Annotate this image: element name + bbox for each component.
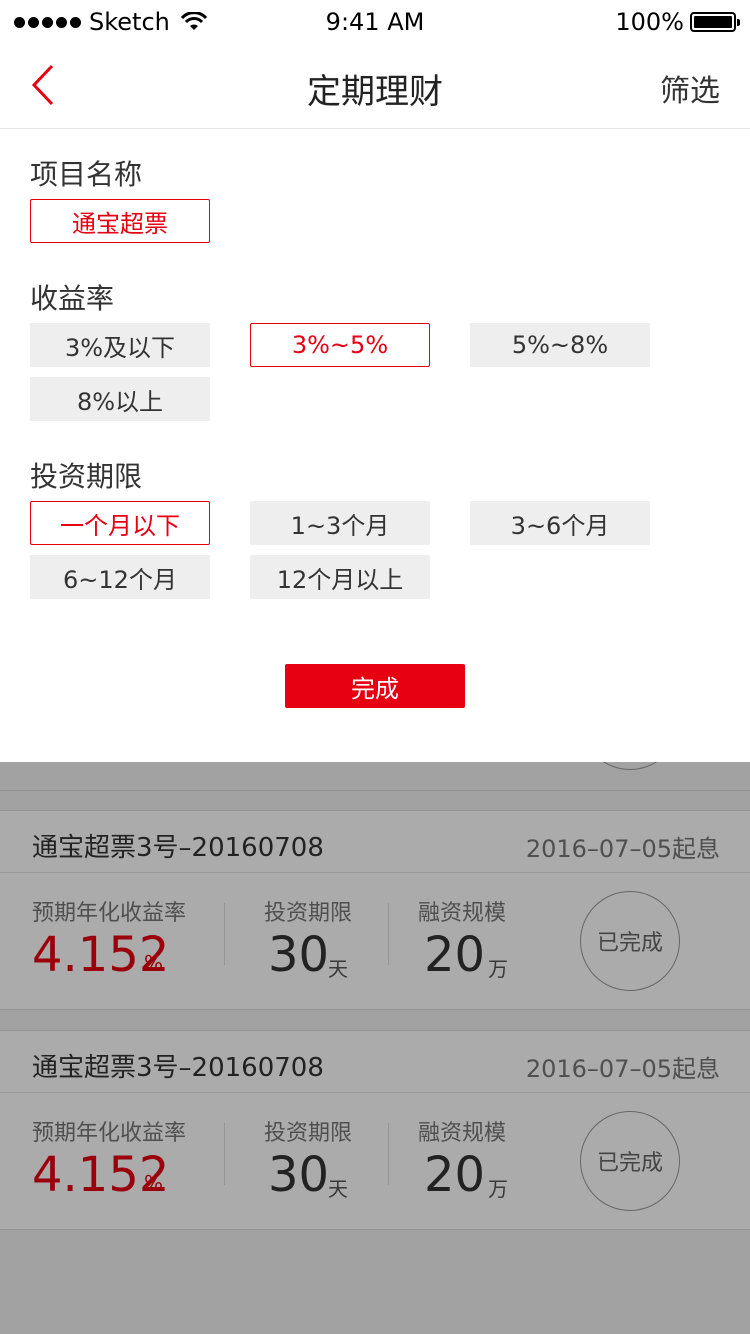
chip-term[interactable]: 一个月以下 bbox=[30, 501, 210, 545]
section-title-term: 投资期限 bbox=[30, 460, 143, 493]
chip-term[interactable]: 12个月以上 bbox=[250, 555, 430, 599]
chip-yield[interactable]: 3%及以下 bbox=[30, 323, 210, 367]
chip-term[interactable]: 1~3个月 bbox=[250, 501, 430, 545]
battery-percent: 100% bbox=[615, 8, 684, 36]
chip-yield[interactable]: 3%~5% bbox=[250, 323, 430, 367]
done-button[interactable]: 完成 bbox=[285, 664, 465, 708]
section-title-project: 项目名称 bbox=[30, 158, 143, 191]
filter-button[interactable]: 筛选 bbox=[660, 66, 720, 110]
battery-icon bbox=[690, 12, 740, 32]
nav-bar: 定期理财 筛选 bbox=[0, 40, 750, 129]
chip-term[interactable]: 3~6个月 bbox=[470, 501, 650, 545]
section-title-yield: 收益率 bbox=[30, 282, 115, 315]
chip-yield[interactable]: 5%~8% bbox=[470, 323, 650, 367]
chip-project[interactable]: 通宝超票 bbox=[30, 199, 210, 243]
chip-term[interactable]: 6~12个月 bbox=[30, 555, 210, 599]
status-bar: Sketch 9:41 AM 100% bbox=[0, 0, 750, 40]
page-title: 定期理财 bbox=[307, 72, 443, 112]
filter-panel: 项目名称 通宝超票 收益率 3%及以下 3%~5% 5%~8% 8%以上 投资期… bbox=[0, 129, 750, 762]
chip-yield[interactable]: 8%以上 bbox=[30, 377, 210, 421]
